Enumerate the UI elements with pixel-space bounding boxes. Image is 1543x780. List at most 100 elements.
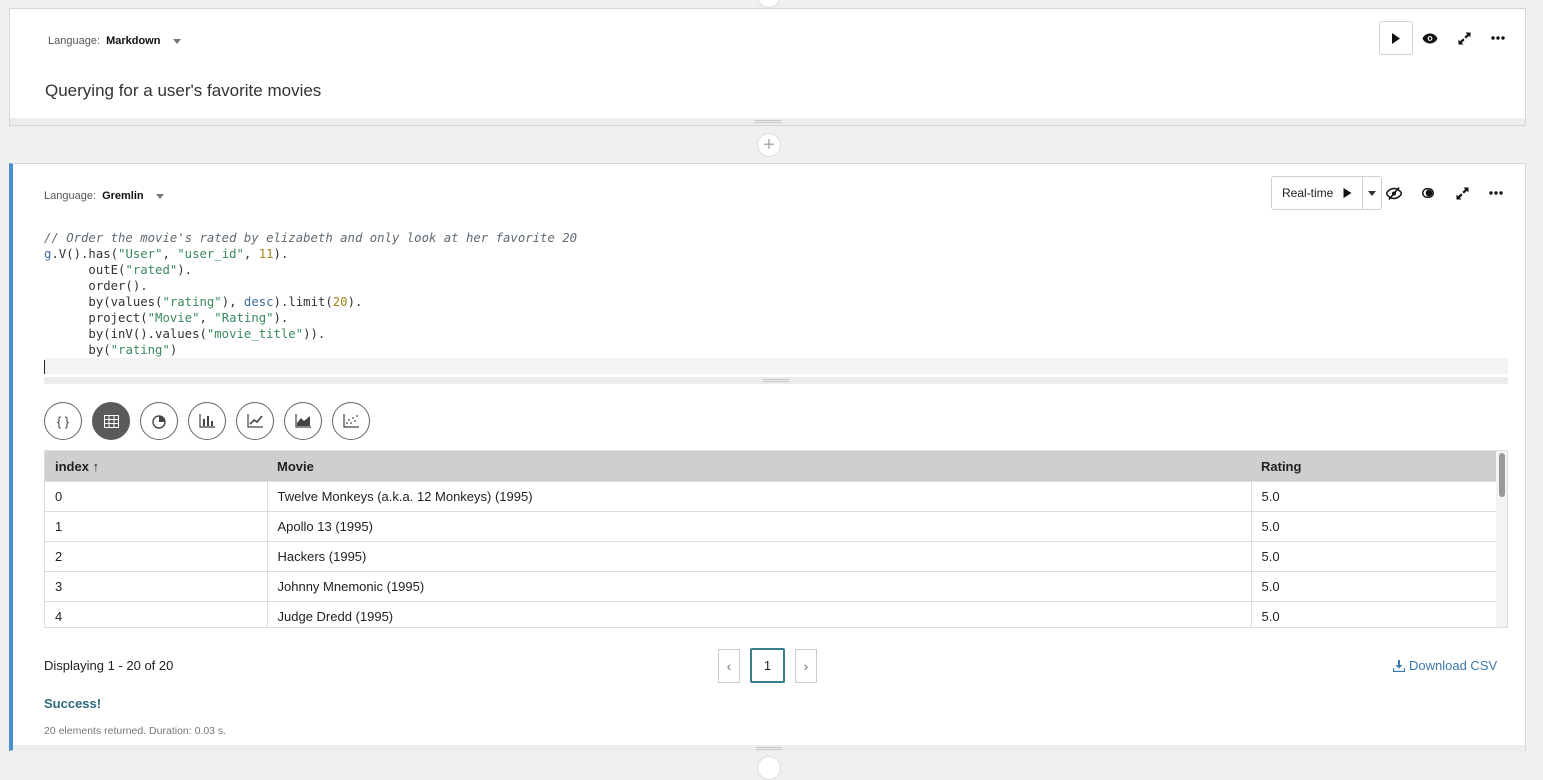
cell-rating: 5.0	[1251, 601, 1498, 627]
bar-chart-icon	[199, 414, 215, 428]
chevron-left-icon: ‹	[726, 657, 732, 674]
run-button[interactable]	[1343, 177, 1362, 209]
code-line: project("Movie", "Rating").	[44, 311, 289, 325]
cell-rating: 5.0	[1251, 541, 1498, 572]
cell-index: 0	[45, 481, 268, 512]
ellipsis-icon	[1489, 191, 1503, 195]
expand-button[interactable]	[1445, 176, 1479, 210]
eye-slash-icon	[1386, 186, 1402, 200]
add-cell-button[interactable]: +	[757, 133, 781, 157]
viz-pie-button[interactable]	[140, 402, 178, 440]
braces-icon: { }	[56, 413, 70, 429]
download-csv-label: Download CSV	[1409, 658, 1498, 673]
code-line: g.V().has("User", "user_id", 11).	[44, 247, 289, 261]
cell-movie: Johnny Mnemonic (1995)	[267, 571, 1252, 602]
caret-down-icon	[1368, 190, 1377, 196]
add-cell-button-top[interactable]	[757, 0, 781, 8]
toggle-visibility-button[interactable]	[1413, 21, 1447, 55]
code-editor[interactable]: // Order the movie's rated by elizabeth …	[44, 230, 1508, 374]
cell-movie: Twelve Monkeys (a.k.a. 12 Monkeys) (1995…	[267, 481, 1252, 512]
pie-chart-icon	[151, 414, 166, 429]
prev-page-button[interactable]: ‹	[718, 648, 740, 683]
chevron-down-icon	[172, 38, 181, 44]
toggle-button[interactable]	[1411, 176, 1445, 210]
area-chart-icon	[295, 414, 311, 428]
chevron-down-icon	[155, 193, 164, 199]
status-message: Success!	[44, 696, 102, 711]
visualization-selector: { }	[44, 402, 370, 440]
cell-movie: Apollo 13 (1995)	[267, 511, 1252, 542]
cell-movie: Hackers (1995)	[267, 541, 1252, 572]
viz-bar-button[interactable]	[188, 402, 226, 440]
cell-rating: 5.0	[1251, 511, 1498, 542]
resize-handle[interactable]	[13, 745, 1525, 752]
download-csv-link[interactable]: Download CSV	[1393, 658, 1497, 673]
cell-index: 3	[45, 571, 268, 602]
run-mode-control: Real-time	[1271, 176, 1383, 210]
cell-index: 4	[45, 601, 268, 627]
code-line: // Order the movie's rated by elizabeth …	[44, 231, 578, 245]
language-label: Language:	[44, 190, 96, 202]
column-header-rating[interactable]: Rating	[1251, 451, 1498, 482]
cell-rating: 5.0	[1251, 481, 1498, 512]
cell-toolbar	[1377, 176, 1513, 210]
text-cursor	[44, 359, 45, 374]
result-meta: 20 elements returned. Duration: 0.03 s.	[44, 725, 227, 737]
more-options-button[interactable]	[1481, 21, 1515, 55]
next-page-button[interactable]: ›	[795, 648, 817, 683]
language-value: Gremlin	[102, 190, 144, 202]
expand-button[interactable]	[1447, 21, 1481, 55]
eye-icon	[1422, 33, 1438, 43]
table-icon	[103, 414, 119, 428]
table-row: 3 Johnny Mnemonic (1995) 5.0	[45, 571, 1498, 602]
pagination: ‹ 1 ›	[718, 648, 817, 683]
results-table: index ↑ Movie Rating 0 Twelve Monkeys (a.…	[44, 450, 1508, 628]
expand-icon	[1458, 32, 1470, 44]
markdown-cell: Language: Markdown Querying for a user's…	[9, 8, 1526, 126]
viz-scatter-button[interactable]	[332, 402, 370, 440]
cell-toolbar	[1379, 21, 1515, 55]
viz-table-button[interactable]	[92, 402, 130, 440]
table-header-row: index ↑ Movie Rating	[45, 451, 1498, 482]
cell-rating: 5.0	[1251, 571, 1498, 602]
language-selector[interactable]: Language: Markdown	[48, 35, 181, 47]
ellipsis-icon	[1491, 36, 1505, 40]
code-line: by(values("rating"), desc).limit(20).	[44, 295, 363, 309]
viz-line-button[interactable]	[236, 402, 274, 440]
line-chart-icon	[247, 414, 263, 428]
table-row: 1 Apollo 13 (1995) 5.0	[45, 511, 1498, 542]
language-value: Markdown	[106, 35, 161, 47]
cell-index: 1	[45, 511, 268, 542]
scrollbar-thumb[interactable]	[1499, 453, 1505, 497]
hide-output-button[interactable]	[1377, 176, 1411, 210]
language-selector[interactable]: Language: Gremlin	[44, 190, 164, 202]
code-line: outE("rated").	[44, 263, 193, 277]
more-options-button[interactable]	[1479, 176, 1513, 210]
code-line: by("rating")	[44, 343, 178, 357]
add-cell-button-bottom[interactable]	[757, 756, 781, 780]
table-row: 4 Judge Dredd (1995) 5.0	[45, 601, 1498, 627]
cell-movie: Judge Dredd (1995)	[267, 601, 1252, 627]
code-line: by(inV().values("movie_title")).	[44, 327, 326, 341]
run-button[interactable]	[1379, 21, 1413, 55]
table-row: 2 Hackers (1995) 5.0	[45, 541, 1498, 572]
column-header-index[interactable]: index ↑	[45, 451, 267, 482]
code-line: order().	[44, 279, 148, 293]
editor-resize-handle[interactable]	[44, 377, 1508, 384]
play-icon	[1392, 32, 1400, 44]
column-header-movie[interactable]: Movie	[267, 451, 1251, 482]
toggle-icon	[1422, 188, 1434, 198]
markdown-content: Querying for a user's favorite movies	[45, 81, 322, 100]
pagination-summary: Displaying 1 - 20 of 20	[44, 658, 174, 673]
run-mode-label[interactable]: Real-time	[1272, 177, 1343, 209]
expand-icon	[1456, 187, 1468, 199]
viz-area-button[interactable]	[284, 402, 322, 440]
sort-ascending-icon: ↑	[92, 458, 100, 474]
table-scrollbar[interactable]	[1496, 451, 1507, 627]
download-icon	[1393, 659, 1405, 672]
viz-json-button[interactable]: { }	[44, 402, 82, 440]
page-number-current[interactable]: 1	[750, 648, 785, 683]
resize-handle[interactable]	[10, 118, 1525, 125]
language-label: Language:	[48, 35, 100, 47]
plus-icon: +	[763, 134, 775, 156]
